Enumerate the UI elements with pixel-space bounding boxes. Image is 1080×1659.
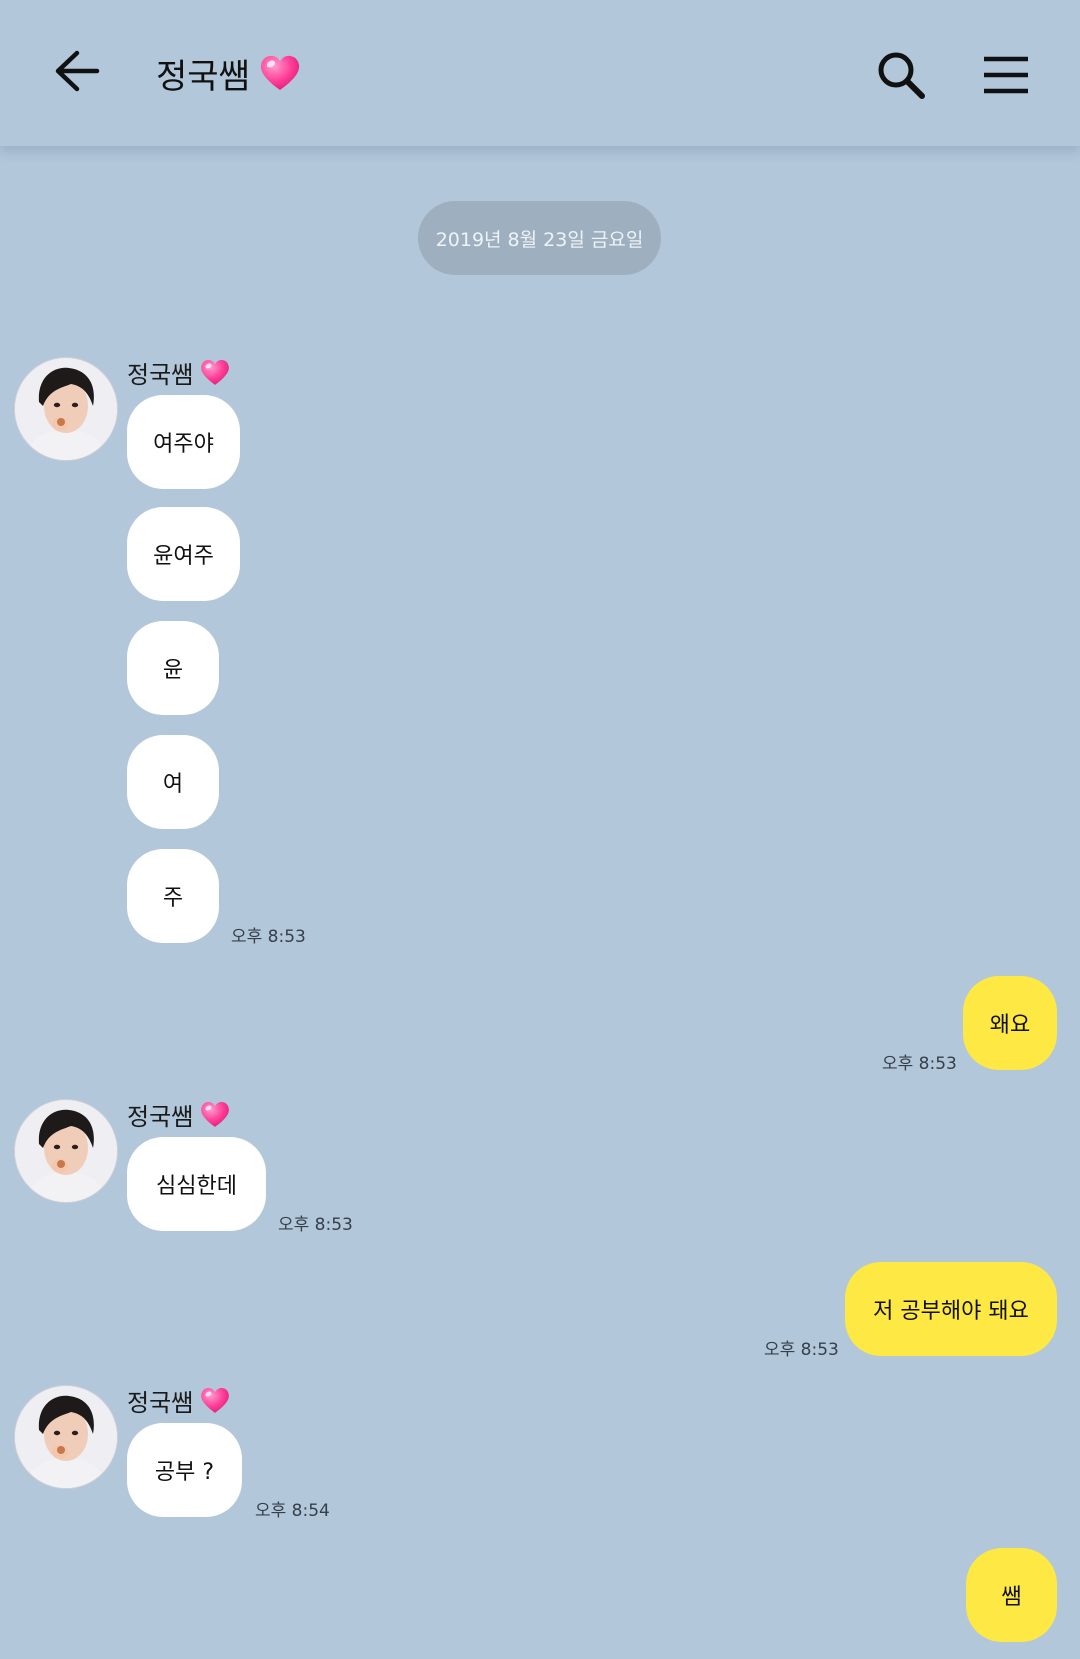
sender-name-text: 정국쌤 — [127, 1388, 194, 1417]
back-button[interactable] — [40, 34, 114, 108]
sender-name-text: 정국쌤 — [127, 360, 194, 389]
hamburger-menu-icon — [984, 56, 1028, 94]
arrow-left-icon — [55, 50, 100, 92]
heart-icon — [201, 1101, 230, 1127]
menu-button[interactable] — [970, 40, 1042, 110]
message-timestamp: 오후 8:54 — [255, 1501, 330, 1521]
chat-header: 정국쌤 — [0, 0, 1080, 146]
message-bubble[interactable]: 공부 ? — [127, 1423, 242, 1517]
message-bubble[interactable]: 주 — [127, 849, 219, 943]
message-bubble[interactable]: 윤 — [127, 621, 219, 715]
search-icon — [878, 52, 925, 99]
search-button[interactable] — [866, 40, 936, 110]
sender-avatar[interactable] — [14, 357, 118, 461]
message-bubble[interactable]: 여주야 — [127, 395, 240, 489]
chat-title: 정국쌤 — [156, 48, 302, 98]
heart-icon — [201, 359, 230, 385]
message-timestamp: 오후 8:53 — [278, 1215, 353, 1235]
profile-photo-icon — [15, 358, 117, 460]
message-timestamp: 오후 8:53 — [882, 1054, 957, 1074]
message-bubble[interactable]: 심심한데 — [127, 1137, 266, 1231]
date-divider: 2019년 8월 23일 금요일 — [418, 201, 661, 275]
chat-title-text: 정국쌤 — [156, 56, 250, 97]
sender-name-text: 정국쌤 — [127, 1102, 194, 1131]
sender-avatar[interactable] — [14, 1099, 118, 1203]
sender-avatar[interactable] — [14, 1385, 118, 1489]
message-bubble[interactable]: 여 — [127, 735, 219, 829]
my-message-bubble[interactable]: 쌤 — [966, 1548, 1057, 1642]
profile-photo-icon — [15, 1386, 117, 1488]
my-message-bubble[interactable]: 왜요 — [963, 976, 1057, 1070]
message-timestamp: 오후 8:53 — [764, 1340, 839, 1360]
my-message-bubble[interactable]: 저 공부해야 돼요 — [845, 1262, 1057, 1356]
message-timestamp: 오후 8:53 — [231, 927, 306, 947]
sender-name: 정국쌤 — [127, 357, 231, 389]
profile-photo-icon — [15, 1100, 117, 1202]
message-bubble[interactable]: 윤여주 — [127, 507, 240, 601]
heart-icon — [260, 55, 299, 90]
sender-name: 정국쌤 — [127, 1099, 231, 1131]
sender-name: 정국쌤 — [127, 1385, 231, 1417]
heart-icon — [201, 1387, 230, 1413]
